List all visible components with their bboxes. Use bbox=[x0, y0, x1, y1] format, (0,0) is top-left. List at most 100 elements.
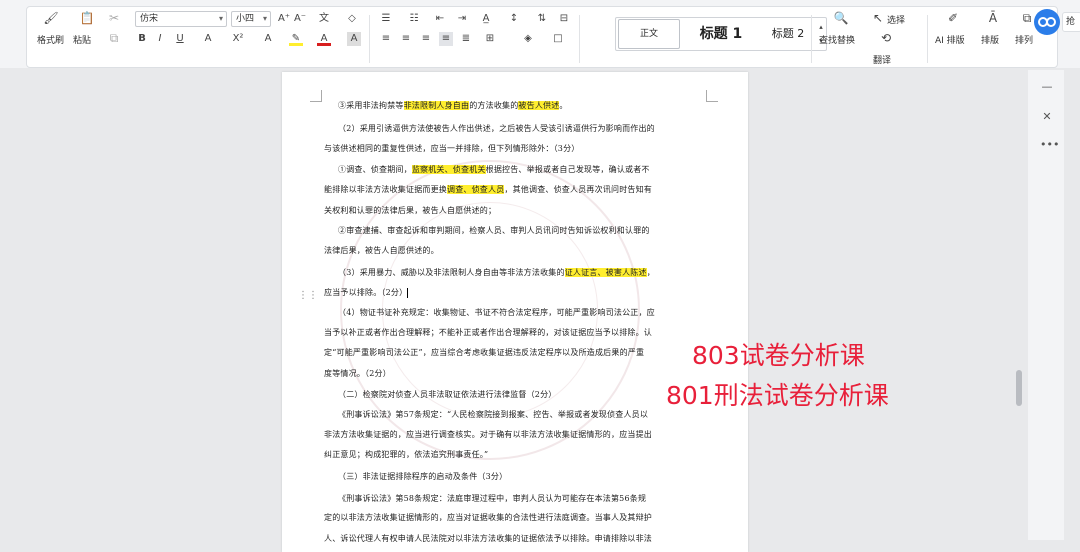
char-shading-icon[interactable]: A bbox=[347, 32, 361, 46]
tools-icon[interactable]: ✕ bbox=[1040, 110, 1054, 123]
arrange-icon[interactable]: ⧉ bbox=[1019, 11, 1035, 25]
paragraph-line[interactable]: 法律后果，被告人自愿供述的。 bbox=[324, 246, 708, 256]
layout-label[interactable]: 排版 bbox=[981, 33, 999, 46]
clear-format-icon[interactable]: ◇ bbox=[345, 12, 359, 26]
text-run: 人、诉讼代理人有权申请人民法院对以非法方法收集的证据依法予以排除。申请排除以非法 bbox=[324, 534, 652, 543]
format-painter-label[interactable]: 格式刷 bbox=[37, 33, 64, 46]
chevron-down-icon: ▾ bbox=[218, 14, 223, 23]
arrange-label[interactable]: 排列 bbox=[1015, 33, 1033, 46]
search-icon[interactable]: 🔍 bbox=[833, 11, 849, 25]
shrink-font-icon[interactable]: A⁻ bbox=[293, 12, 307, 26]
side-tab[interactable]: 抢 bbox=[1062, 12, 1080, 32]
divider bbox=[811, 15, 812, 63]
paragraph-line[interactable]: 非法方法收集证据的，应当进行调查核实。对于确有以非法方法收集证据情形的，应当提出 bbox=[324, 430, 708, 440]
paragraph-line[interactable]: 纠正意见；构成犯罪的，依法追究刑事责任。” bbox=[324, 450, 708, 460]
text-effect-icon[interactable]: A bbox=[261, 32, 275, 46]
align-right-icon[interactable]: ≡ bbox=[419, 32, 433, 46]
paragraph-line[interactable]: （2）采用引诱逼供方法使被告人作出供述，之后被告人受该引诱逼供行为影响而作出的 bbox=[324, 124, 708, 134]
text-run: 纠正意见；构成犯罪的，依法追究刑事责任。” bbox=[324, 450, 489, 459]
paragraph-line[interactable]: 度等情况。（2分） bbox=[324, 369, 708, 379]
decrease-indent-icon[interactable]: ⇤ bbox=[433, 12, 447, 26]
translate-label[interactable]: 翻译 bbox=[873, 53, 891, 66]
copy-icon[interactable]: ⧉ bbox=[107, 31, 121, 45]
layout-icon[interactable]: Ā bbox=[985, 11, 1001, 25]
paragraph-line[interactable]: 关权利和认罪的法律后果，被告人自愿供述的； bbox=[324, 206, 708, 216]
show-marks-icon[interactable]: ⊟ bbox=[557, 12, 571, 26]
cloud-glyph bbox=[1038, 17, 1056, 27]
ribbon: 🖌 格式刷 📋 粘贴 ✂ ⧉ 仿宋 ▾ 小四 ▾ A⁺ A⁻ 文 ◇ B I U A… bbox=[0, 0, 1080, 68]
phonetic-icon[interactable]: 文 bbox=[317, 12, 331, 26]
numbered-list-icon[interactable]: ☷ bbox=[407, 12, 421, 26]
format-painter-icon[interactable]: 🖌 bbox=[43, 11, 59, 25]
text-run: ②审查逮捕、审查起诉和审判期间，检察人员、审判人员讯问时告知诉讼权利和认罪的 bbox=[338, 226, 650, 235]
increase-indent-icon[interactable]: ⇥ bbox=[455, 12, 469, 26]
text-run: 当予以补正或者作出合理解释；不能补正或者作出合理解释的，对该证据应当予以排除。认 bbox=[324, 328, 652, 337]
highlight-color-icon[interactable]: ✎ bbox=[289, 32, 303, 46]
paragraph-line[interactable]: 定的以非法方法收集证据情形的，应当对证据收集的合法性进行法庭调查。当事人及其辩护 bbox=[324, 513, 708, 523]
align-left-icon[interactable]: ≡ bbox=[379, 32, 393, 46]
paragraph-line[interactable]: 《刑事诉讼法》第58条规定：法庭审理过程中，审判人员认为可能存在本法第56条规 bbox=[324, 494, 708, 504]
style-heading-1[interactable]: 标题 1 bbox=[686, 18, 756, 50]
font-family-select[interactable]: 仿宋 ▾ bbox=[135, 11, 227, 27]
highlighted-text: 证人证言、被害人陈述 bbox=[564, 268, 647, 277]
overlay-text-1: 803试卷分析课 bbox=[692, 341, 865, 370]
grow-font-icon[interactable]: A⁺ bbox=[277, 12, 291, 26]
bold-icon[interactable]: B bbox=[135, 32, 149, 46]
font-color-icon[interactable]: A bbox=[317, 32, 331, 46]
justify-icon[interactable]: ≡ bbox=[439, 32, 453, 46]
cut-icon[interactable]: ✂ bbox=[107, 11, 121, 25]
select-label[interactable]: 选择 bbox=[887, 13, 905, 26]
paragraph-line[interactable]: 定“可能严重影响司法公正”，应当综合考虑收集证据违反法定程序以及所造成后果的严重 bbox=[324, 348, 708, 358]
sort-icon[interactable]: ⇅ bbox=[535, 12, 549, 26]
paragraph-line[interactable]: ②审查逮捕、审查起诉和审判期间，检察人员、审判人员讯问时告知诉讼权利和认罪的 bbox=[324, 226, 708, 236]
font-size-select[interactable]: 小四 ▾ bbox=[231, 11, 271, 27]
text-run: 定的以非法方法收集证据情形的，应当对证据收集的合法性进行法庭调查。当事人及其辩护 bbox=[324, 513, 652, 522]
text-run: （3）采用暴力、威胁以及非法限制人身自由等非法方法收集的 bbox=[338, 268, 565, 277]
text-run: （2）采用引诱逼供方法使被告人作出供述，之后被告人受该引诱逼供行为影响而作出的 bbox=[338, 124, 655, 133]
shading-icon[interactable]: ◈ bbox=[521, 32, 535, 46]
translate-icon[interactable]: ⟲ bbox=[879, 31, 893, 45]
paste-icon[interactable]: 📋 bbox=[79, 11, 95, 25]
ai-layout-icon[interactable]: ✐ bbox=[945, 11, 961, 25]
paragraph-line[interactable]: 《刑事诉讼法》第57条规定：“人民检察院接到报案、控告、举报或者发现侦查人员以 bbox=[324, 410, 708, 420]
tab-stops-icon[interactable]: ⊞ bbox=[483, 32, 497, 46]
bullet-list-icon[interactable]: ☰ bbox=[379, 12, 393, 26]
highlighted-text: 调查、侦查人员 bbox=[447, 185, 505, 194]
paragraph-line[interactable]: 人、诉讼代理人有权申请人民法院对以非法方法收集的证据依法予以排除。申请排除以非法 bbox=[324, 534, 708, 544]
paragraph-line[interactable]: ③采用非法拘禁等非法限制人身自由的方法收集的被告人供述。 bbox=[324, 101, 708, 111]
paragraph-line[interactable]: （4）物证书证补充规定：收集物证、书证不符合法定程序，可能严重影响司法公正，应 bbox=[324, 308, 708, 318]
paste-label[interactable]: 粘贴 bbox=[73, 33, 91, 46]
paragraph-line[interactable]: （三）非法证据排除程序的启动及条件（3分） bbox=[324, 472, 708, 482]
text-run: 度等情况。（2分） bbox=[324, 369, 391, 378]
underline-icon[interactable]: U bbox=[173, 32, 187, 46]
minus-icon[interactable]: — bbox=[1040, 80, 1054, 93]
strikethrough-icon[interactable]: A bbox=[201, 32, 215, 46]
paragraph-line[interactable]: 能排除以非法方法收集证据而更换调查、侦查人员，其他调查、侦查人员再次讯问时告知有 bbox=[324, 185, 708, 195]
line-spacing-icon[interactable]: ↕ bbox=[507, 12, 521, 26]
chevron-down-icon: ▾ bbox=[262, 14, 267, 23]
superscript-icon[interactable]: X² bbox=[231, 32, 245, 46]
style-heading-2[interactable]: 标题 2 bbox=[758, 18, 818, 50]
chinese-layout-icon[interactable]: A̲ bbox=[479, 12, 493, 26]
paragraph-line[interactable]: 应当予以排除。（2分） bbox=[324, 288, 708, 298]
drag-handle-icon[interactable]: ⋮⋮ bbox=[298, 290, 318, 301]
text-run: 定“可能严重影响司法公正”，应当综合考虑收集证据违反法定程序以及所造成后果的严重 bbox=[324, 348, 645, 357]
select-icon[interactable]: ↖ bbox=[871, 11, 885, 25]
ai-layout-label[interactable]: AI 排版 bbox=[935, 33, 965, 46]
paragraph-line[interactable]: （3）采用暴力、威胁以及非法限制人身自由等非法方法收集的证人证言、被害人陈述， bbox=[324, 268, 708, 278]
find-replace-label[interactable]: 查找替换 bbox=[819, 33, 855, 46]
align-center-icon[interactable]: ≡ bbox=[399, 32, 413, 46]
more-icon[interactable]: ••• bbox=[1040, 138, 1059, 151]
distribute-icon[interactable]: ≣ bbox=[459, 32, 473, 46]
paragraph-line[interactable]: （二）检察院对侦查人员非法取证依法进行法律监督（2分） bbox=[324, 390, 708, 400]
chevron-up-icon[interactable]: ▴ bbox=[814, 20, 828, 34]
scrollbar-thumb[interactable] bbox=[1016, 370, 1022, 406]
paragraph-line[interactable]: ①调查、侦查期间，监察机关、侦查机关根据控告、举报或者自己发现等，确认或者不 bbox=[324, 165, 708, 175]
text-run: （4）物证书证补充规定：收集物证、书证不符合法定程序，可能严重影响司法公正，应 bbox=[338, 308, 655, 317]
style-normal[interactable]: 正文 bbox=[618, 19, 680, 49]
italic-icon[interactable]: I bbox=[153, 32, 167, 46]
paragraph-line[interactable]: 当予以补正或者作出合理解释；不能补正或者作出合理解释的，对该证据应当予以排除。认 bbox=[324, 328, 708, 338]
border-icon[interactable]: □ bbox=[551, 32, 565, 46]
paragraph-line[interactable]: 与该供述相同的重复性供述，应当一并排除，但下列情形除外：（3分） bbox=[324, 144, 708, 154]
cloud-icon[interactable] bbox=[1034, 9, 1060, 35]
